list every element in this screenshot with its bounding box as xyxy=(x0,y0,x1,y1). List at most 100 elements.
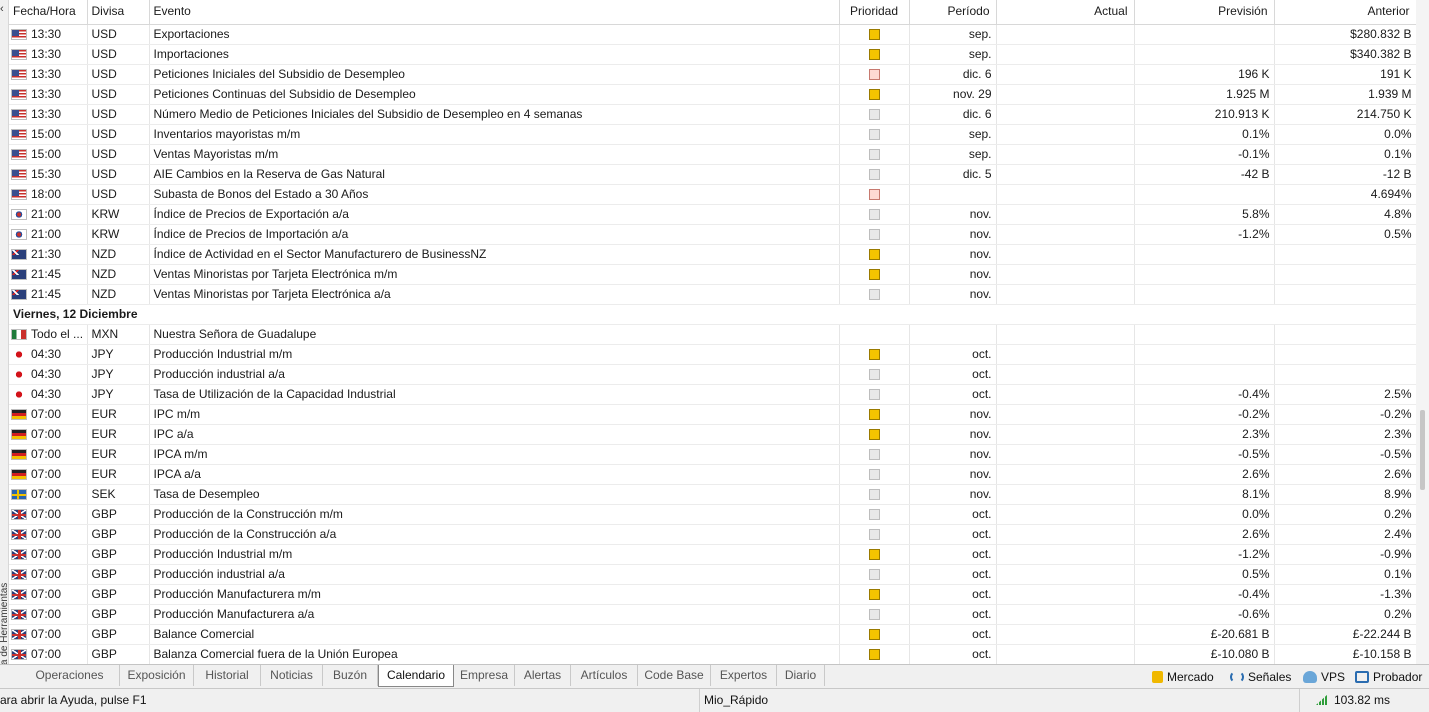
col-header-datetime[interactable]: Fecha/Hora xyxy=(9,0,88,25)
tab-expertos[interactable]: Expertos xyxy=(711,665,777,686)
cell-priority xyxy=(839,224,910,245)
cell-currency: EUR xyxy=(87,464,150,485)
time-text: 04:30 xyxy=(31,386,62,401)
tab-historial[interactable]: Historial xyxy=(194,665,261,686)
vertical-scrollbar[interactable] xyxy=(1416,0,1429,664)
cell-time: 07:00 xyxy=(9,504,88,525)
priority-low-icon xyxy=(868,368,880,380)
cell-currency: GBP xyxy=(87,604,150,625)
event-row[interactable]: 04:30 JPY Tasa de Utilización de la Capaci… xyxy=(9,384,1416,405)
cell-previous: 4.694% xyxy=(1274,184,1416,205)
priority-medium-icon xyxy=(868,248,880,260)
flag-us-icon xyxy=(11,68,27,80)
event-row[interactable]: 07:00 GBP Producción Industrial m/m oct. -1.… xyxy=(9,544,1416,565)
event-row[interactable]: 13:30 USD Número Medio de Peticiones Inici… xyxy=(9,104,1416,125)
priority-low-icon xyxy=(868,568,880,580)
time-text: 07:00 xyxy=(31,526,62,541)
cell-priority xyxy=(839,184,910,205)
priority-low-icon xyxy=(868,108,880,120)
cell-forecast: -0.1% xyxy=(1134,144,1275,165)
event-row[interactable]: 07:00 SEK Tasa de Desempleo nov. 8.1% 8.9% xyxy=(9,484,1416,505)
event-row[interactable]: 21:00 KRW Índice de Precios de Importación… xyxy=(9,224,1416,245)
market-button[interactable]: Mercado xyxy=(1152,669,1214,686)
event-row[interactable]: 07:00 GBP Balance Comercial oct. £-20.681 B £… xyxy=(9,624,1416,645)
col-header-previous[interactable]: Anterior xyxy=(1274,0,1416,25)
event-row[interactable]: 21:45 NZD Ventas Minoristas por Tarjeta El… xyxy=(9,264,1416,285)
day-separator-row[interactable]: Viernes, 12 Diciembre xyxy=(9,304,1416,325)
flag-gb-icon xyxy=(11,628,27,640)
event-row[interactable]: 07:00 EUR IPC a/a nov. 2.3% 2.3% xyxy=(9,424,1416,445)
tab-code-base[interactable]: Code Base xyxy=(638,665,711,686)
event-row[interactable]: 07:00 EUR IPCA a/a nov. 2.6% 2.6% xyxy=(9,464,1416,485)
event-row[interactable]: 04:30 JPY Producción industrial a/a oct. xyxy=(9,364,1416,385)
cell-time: 15:30 xyxy=(9,164,88,185)
cell-priority xyxy=(839,484,910,505)
vps-button[interactable]: VPS xyxy=(1303,669,1345,686)
col-header-event[interactable]: Evento xyxy=(149,0,840,25)
event-row[interactable]: 04:30 JPY Producción Industrial m/m oct. xyxy=(9,344,1416,365)
col-header-currency[interactable]: Divisa xyxy=(87,0,150,25)
event-row[interactable]: 07:00 EUR IPCA m/m nov. -0.5% -0.5% xyxy=(9,444,1416,465)
cell-time: 07:00 xyxy=(9,464,88,485)
tab-empresa[interactable]: Empresa xyxy=(454,665,515,686)
event-row[interactable]: 21:00 KRW Índice de Precios de Exportación… xyxy=(9,204,1416,225)
col-header-actual[interactable]: Actual xyxy=(996,0,1135,25)
event-row[interactable]: 21:30 NZD Índice de Actividad en el Sector… xyxy=(9,244,1416,265)
event-row[interactable]: 07:00 EUR IPC m/m nov. -0.2% -0.2% xyxy=(9,404,1416,425)
cell-forecast xyxy=(1134,264,1275,285)
cell-actual xyxy=(996,104,1135,125)
cell-period: nov. xyxy=(909,224,997,245)
tab-noticias[interactable]: Noticias xyxy=(261,665,323,686)
scrollbar-thumb[interactable] xyxy=(1420,410,1425,490)
tab-alertas[interactable]: Alertas xyxy=(515,665,571,686)
tab-calendario[interactable]: Calendario xyxy=(378,665,454,687)
time-text: 15:00 xyxy=(31,146,62,161)
cell-currency: EUR xyxy=(87,424,150,445)
event-row[interactable]: 18:00 USD Subasta de Bonos del Estado a 30… xyxy=(9,184,1416,205)
cell-forecast: -0.2% xyxy=(1134,404,1275,425)
event-row[interactable]: 13:30 USD Exportaciones sep. $280.832 B xyxy=(9,24,1416,45)
cell-forecast: £-10.080 B xyxy=(1134,644,1275,664)
event-row[interactable]: 07:00 GBP Producción de la Construcción m/… xyxy=(9,504,1416,525)
cell-priority xyxy=(839,284,910,305)
cell-time: 07:00 xyxy=(9,404,88,425)
cell-previous xyxy=(1274,344,1416,365)
event-row[interactable]: 07:00 GBP Producción Manufacturera a/a oct.… xyxy=(9,604,1416,625)
event-row[interactable]: 13:30 USD Peticiones Continuas del Subsidi… xyxy=(9,84,1416,105)
cell-time: 21:00 xyxy=(9,204,88,225)
profile-status[interactable]: Mio_Rápido xyxy=(700,689,1300,712)
cell-forecast: -0.4% xyxy=(1134,584,1275,605)
event-row[interactable]: 07:00 GBP Producción Manufacturera m/m oct.… xyxy=(9,584,1416,605)
event-row[interactable]: 21:45 NZD Ventas Minoristas por Tarjeta El… xyxy=(9,284,1416,305)
toolbox-strip[interactable]: ‹ Caja de Herramientas xyxy=(0,0,10,688)
tab-operaciones[interactable]: Operaciones xyxy=(20,665,120,686)
event-row[interactable]: 07:00 GBP Producción de la Construcción a/… xyxy=(9,524,1416,545)
connection-bars-icon xyxy=(1316,694,1328,705)
signals-button[interactable]: Señales xyxy=(1230,669,1291,686)
cell-event: Ventas Mayoristas m/m xyxy=(149,144,840,165)
cloud-icon xyxy=(1303,671,1317,683)
tab-art-culos[interactable]: Artículos xyxy=(571,665,638,686)
tab-exposici-n[interactable]: Exposición xyxy=(120,665,194,686)
col-header-priority[interactable]: Prioridad xyxy=(839,0,910,25)
event-row[interactable]: 13:30 USD Importaciones sep. $340.382 B xyxy=(9,44,1416,65)
flag-us-icon xyxy=(11,168,27,180)
time-text: 21:30 xyxy=(31,246,62,261)
col-header-forecast[interactable]: Previsión xyxy=(1134,0,1275,25)
tester-button[interactable]: Probador xyxy=(1355,669,1422,686)
event-row[interactable]: 15:00 USD Ventas Mayoristas m/m sep. -0.1% 0.… xyxy=(9,144,1416,165)
cell-period: sep. xyxy=(909,44,997,65)
tab-buz-n[interactable]: Buzón xyxy=(323,665,378,686)
event-row[interactable]: 15:00 USD Inventarios mayoristas m/m sep. 0.… xyxy=(9,124,1416,145)
event-row[interactable]: Todo el ... MXN Nuestra Señora de Guadalup… xyxy=(9,324,1416,345)
event-row[interactable]: 13:30 USD Peticiones Iniciales del Subsidi… xyxy=(9,64,1416,85)
event-row[interactable]: 07:00 GBP Producción industrial a/a oct. 0.5… xyxy=(9,564,1416,585)
event-row[interactable]: 15:30 USD AIE Cambios en la Reserva de Gas… xyxy=(9,164,1416,185)
collapse-icon[interactable]: ‹ xyxy=(0,4,4,15)
col-header-period[interactable]: Período xyxy=(909,0,997,25)
priority-medium-icon xyxy=(868,648,880,660)
cell-actual xyxy=(996,144,1135,165)
cell-currency: JPY xyxy=(87,384,150,405)
tab-diario[interactable]: Diario xyxy=(777,665,825,686)
event-row[interactable]: 07:00 GBP Balanza Comercial fuera de la Un… xyxy=(9,644,1416,664)
